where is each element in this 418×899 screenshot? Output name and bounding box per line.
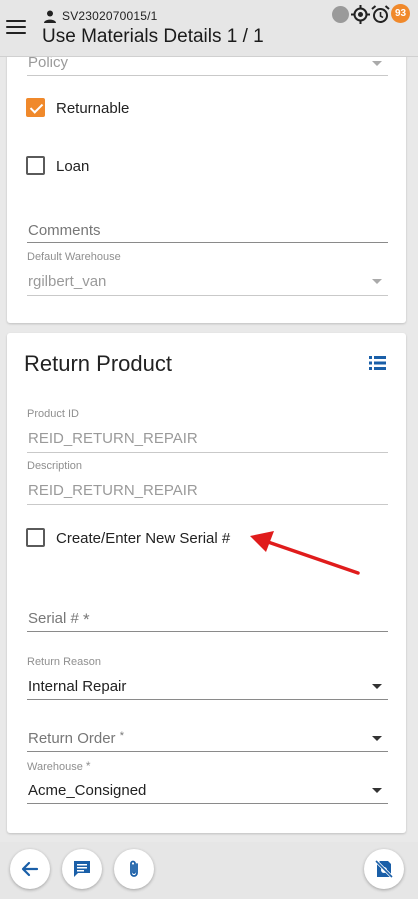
notification-badge[interactable]: 93 <box>391 4 410 23</box>
section-title: Return Product <box>24 351 172 376</box>
chevron-down-icon <box>372 279 382 284</box>
warehouse-label: Warehouse * <box>27 759 91 773</box>
no-camera-icon <box>374 859 394 879</box>
return-reason-label: Return Reason <box>27 656 101 668</box>
return-order-select[interactable]: Return Order * <box>27 728 388 752</box>
description-value: REID_RETURN_REPAIR <box>28 482 198 499</box>
new-serial-label: Create/Enter New Serial # <box>56 530 231 547</box>
return-order-placeholder-text: Return Order <box>28 730 116 747</box>
warehouse-select[interactable]: Warehouse * Acme_Consigned <box>27 759 388 805</box>
serial-placeholder: Serial # * <box>28 610 90 630</box>
bottom-action-bar <box>0 842 418 899</box>
required-mark: * <box>83 610 90 629</box>
serial-placeholder-text: Serial # <box>28 610 79 627</box>
product-id-field: Product ID REID_RETURN_REPAIR <box>27 408 388 454</box>
comments-placeholder: Comments <box>28 222 101 239</box>
return-reason-value: Internal Repair <box>28 678 127 695</box>
return-order-placeholder: Return Order * <box>28 730 124 747</box>
default-warehouse-select[interactable]: Default Warehouse rgilbert_van <box>27 251 388 297</box>
product-id-value: REID_RETURN_REPAIR <box>28 430 198 447</box>
gps-location-icon[interactable] <box>351 5 370 24</box>
order-id: SV2302070015/1 <box>62 9 158 23</box>
serial-input[interactable]: Serial # * <box>27 607 388 633</box>
status-indicator-icon <box>332 6 349 23</box>
warehouse-value: Acme_Consigned <box>28 782 147 799</box>
material-options-card: Policy Returnable Loan Comments Default … <box>7 40 406 323</box>
loan-label: Loan <box>56 158 90 175</box>
default-warehouse-label: Default Warehouse <box>27 251 121 263</box>
back-button[interactable] <box>10 849 50 889</box>
no-camera-button[interactable] <box>364 849 404 889</box>
return-reason-select[interactable]: Return Reason Internal Repair <box>27 656 388 701</box>
person-icon <box>44 10 56 23</box>
product-id-label: Product ID <box>27 408 79 420</box>
chat-button[interactable] <box>62 849 102 889</box>
returnable-checkbox[interactable] <box>26 98 45 117</box>
page-title: Use Materials Details 1 / 1 <box>42 26 264 47</box>
attach-button[interactable] <box>114 849 154 889</box>
new-serial-checkbox[interactable] <box>26 528 45 547</box>
app-header: SV2302070015/1 Use Materials Details 1 /… <box>0 0 418 57</box>
hamburger-menu-icon[interactable] <box>6 20 26 36</box>
paperclip-icon <box>130 860 138 877</box>
back-arrow-icon <box>21 861 39 877</box>
return-product-card: Return Product Product ID REID_RETURN_RE… <box>7 333 406 833</box>
description-label: Description <box>27 460 83 472</box>
returnable-label: Returnable <box>56 100 130 117</box>
chevron-down-icon <box>372 61 382 66</box>
required-mark: * <box>119 730 124 742</box>
description-field: Description REID_RETURN_REPAIR <box>27 460 388 506</box>
chevron-down-icon <box>372 788 382 793</box>
chevron-down-icon <box>372 684 382 689</box>
warehouse-label-text: Warehouse <box>27 761 83 773</box>
list-view-icon[interactable] <box>369 356 386 370</box>
chevron-down-icon <box>372 736 382 741</box>
chat-icon <box>74 861 90 877</box>
loan-checkbox[interactable] <box>26 156 45 175</box>
alarm-clock-icon[interactable] <box>371 5 390 24</box>
comments-input[interactable]: Comments <box>27 220 388 244</box>
default-warehouse-value: rgilbert_van <box>28 273 107 290</box>
required-mark: * <box>85 759 91 773</box>
